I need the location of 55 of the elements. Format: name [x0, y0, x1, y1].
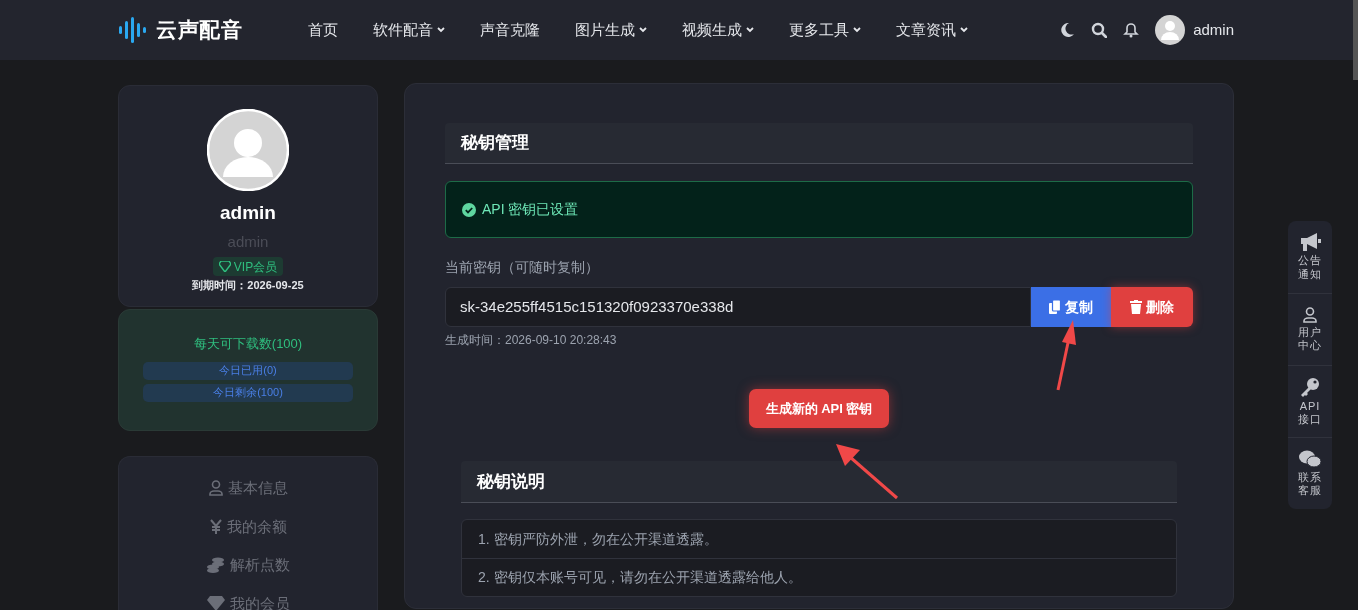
- sidebar-button[interactable]: API接口: [1288, 365, 1332, 437]
- section-title: 秘钥说明: [477, 470, 545, 493]
- gem-icon: [206, 596, 225, 610]
- nav-link[interactable]: 图片生成: [575, 18, 648, 42]
- caret-icon: [746, 27, 755, 33]
- nav-link[interactable]: 软件配音: [373, 18, 446, 42]
- api-key-field[interactable]: sk-34e255ff4515c151320f0923370e338d: [445, 287, 1031, 327]
- gem-icon: [218, 261, 231, 272]
- profile-name: admin: [220, 201, 276, 225]
- nav-link[interactable]: 视频生成: [682, 18, 755, 42]
- user-icon: [208, 480, 223, 497]
- coins-icon: [206, 557, 225, 574]
- sidebar-button[interactable]: 联系客服: [1288, 437, 1332, 509]
- caret-icon: [853, 27, 862, 33]
- yen-icon: [209, 519, 222, 535]
- avatar-icon[interactable]: [1155, 15, 1186, 45]
- delete-button[interactable]: 删除: [1111, 287, 1193, 327]
- vip-badge: VIP会员: [212, 257, 284, 276]
- username[interactable]: admin: [1193, 18, 1234, 42]
- remaining-today: 今日剩余(100): [143, 383, 353, 402]
- trash-icon: [1130, 300, 1142, 314]
- success-alert: API 密钥已设置: [445, 181, 1193, 238]
- annotation-arrow: [836, 444, 898, 500]
- created-time: 生成时间：2026-09-10 20:28:43: [445, 332, 618, 349]
- logo-text[interactable]: 云声配音: [156, 14, 243, 46]
- note-item: 1. 密钥严防外泄，勿在公开渠道透露。: [477, 529, 719, 549]
- copy-icon: [1049, 300, 1061, 314]
- sidebar-button[interactable]: 用户中心: [1288, 293, 1332, 365]
- annotation-arrow: [1056, 320, 1076, 391]
- generate-key-button[interactable]: 生成新的 API 密钥: [748, 389, 890, 428]
- megaphone-icon: [1299, 233, 1321, 252]
- field-label: 当前密钥（可随时复制）: [445, 258, 600, 277]
- expiry-date: 到期时间：2026-09-25: [192, 278, 304, 293]
- moon-icon[interactable]: [1059, 22, 1076, 38]
- sidebar-button[interactable]: 公告通知: [1288, 221, 1332, 293]
- bell-icon[interactable]: [1123, 22, 1140, 38]
- section-title: 秘钥管理: [461, 132, 529, 155]
- caret-icon: [639, 27, 648, 33]
- key-icon: [1300, 376, 1320, 397]
- check-circle-icon: [462, 202, 476, 217]
- scrollbar-thumb[interactable]: [1353, 0, 1358, 80]
- download-limit: 每天可下载数(100): [193, 335, 303, 353]
- nav-link[interactable]: 声音克隆: [480, 18, 541, 42]
- user-icon: [1303, 306, 1317, 323]
- copy-button[interactable]: 复制: [1031, 287, 1111, 327]
- chat-icon: [1299, 449, 1321, 468]
- avatar-icon: [207, 109, 289, 191]
- used-today: 今日已用(0): [143, 361, 353, 380]
- nav-link[interactable]: 首页: [308, 18, 339, 42]
- search-icon[interactable]: [1091, 22, 1108, 38]
- note-item: 2. 密钥仅本账号可见，请勿在公开渠道透露给他人。: [462, 558, 1176, 596]
- nav-link[interactable]: 更多工具: [789, 18, 862, 42]
- caret-icon: [960, 27, 969, 33]
- nav-link[interactable]: 文章资讯: [896, 18, 969, 42]
- caret-icon: [437, 27, 446, 33]
